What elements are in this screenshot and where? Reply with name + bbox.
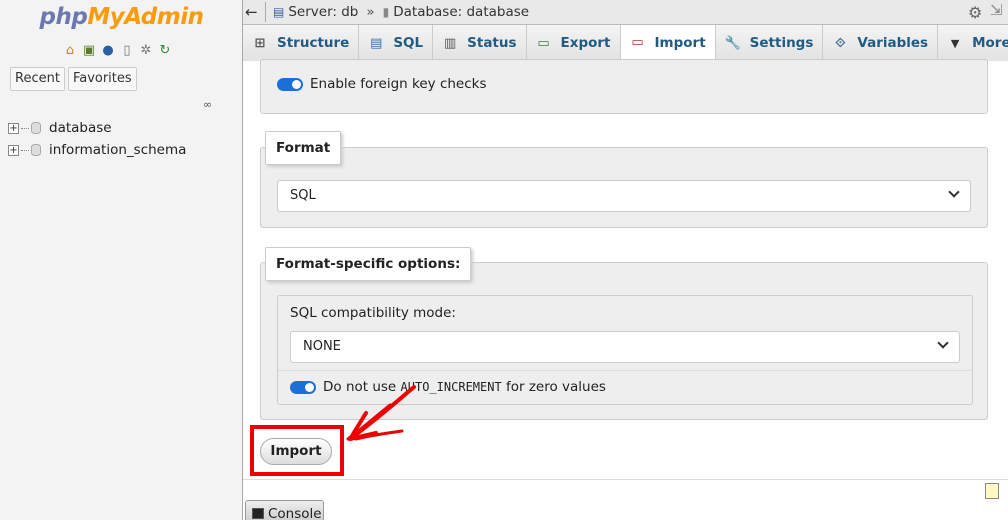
exit-icon[interactable]: ▣	[81, 42, 97, 58]
tab-settings[interactable]: 🔧 Settings	[715, 25, 824, 61]
variables-icon: ⟐	[835, 35, 846, 51]
divider	[265, 2, 266, 22]
sidebar-tabs: Recent Favorites	[10, 67, 137, 91]
format-legend: Format	[265, 131, 342, 165]
tab-label: Import	[654, 34, 706, 51]
breadcrumb: ▤ Server: db » ▮ Database: database	[273, 4, 529, 20]
database-tree: + database + information_schema	[8, 117, 186, 161]
format-select[interactable]: SQL	[277, 180, 971, 212]
home-icon[interactable]: ⌂	[62, 42, 78, 58]
console-label: Console	[268, 506, 322, 520]
tab-sql[interactable]: ▤ SQL	[359, 25, 434, 61]
tab-structure[interactable]: ⊞ Structure	[243, 25, 360, 61]
tab-status[interactable]: ▥ Status	[433, 25, 527, 61]
compat-select[interactable]: NONE	[290, 331, 960, 363]
format-specific-options-legend: Format-specific options:	[265, 247, 472, 281]
top-bar: ← ▤ Server: db » ▮ Database: database ⚙ …	[243, 0, 1008, 25]
chevron-down-icon	[937, 337, 949, 349]
settings-icon[interactable]: ✲	[138, 42, 154, 58]
tree-item-database[interactable]: + database	[8, 117, 186, 139]
tab-label: Structure	[277, 35, 350, 51]
database-icon	[31, 122, 41, 134]
tree-item-label[interactable]: database	[49, 120, 112, 136]
breadcrumb-separator: »	[366, 4, 375, 20]
page-settings-icon[interactable]	[985, 483, 999, 499]
divider	[243, 479, 1008, 480]
tab-variables[interactable]: ⟐ Variables	[823, 25, 939, 61]
tab-import[interactable]: ▭ Import	[620, 25, 716, 61]
tab-label: SQL	[393, 35, 424, 51]
format-fieldset: SQL	[260, 147, 988, 228]
collapse-icon[interactable]: ⇲	[990, 1, 1003, 19]
auto-increment-row: Do not use AUTO_INCREMENT for zero value…	[290, 379, 606, 395]
tree-connector	[21, 149, 29, 151]
logo-php-text: php	[39, 4, 88, 30]
fk-checks-label: Enable foreign key checks	[310, 76, 487, 92]
tab-label: Export	[560, 35, 611, 51]
link-icon[interactable]: ∞	[203, 98, 217, 111]
fk-checks-row: Enable foreign key checks	[277, 76, 487, 92]
tree-connector	[21, 127, 29, 129]
auto-increment-toggle[interactable]	[290, 380, 316, 394]
chevron-down-icon	[948, 186, 960, 198]
reload-icon[interactable]: ↻	[157, 42, 173, 58]
sql-icon: ▤	[370, 35, 383, 51]
caret-down-icon: ▼	[950, 36, 960, 50]
tab-more[interactable]: ▼ More	[938, 25, 1008, 61]
database-icon	[31, 144, 41, 156]
structure-icon: ⊞	[254, 35, 266, 51]
breadcrumb-database[interactable]: Database: database	[393, 4, 529, 20]
export-icon: ▭	[537, 35, 550, 51]
tab-label: Variables	[857, 35, 929, 51]
red-arrow-annotation	[346, 385, 416, 441]
tab-label: Settings	[749, 35, 814, 51]
expand-icon[interactable]: +	[8, 122, 19, 134]
tree-item-information-schema[interactable]: + information_schema	[8, 139, 186, 161]
navigation-panel: phpMyAdmin ⌂ ▣ ● ▯ ✲ ↻ Recent Favorites …	[0, 0, 243, 520]
database-icon: ▮	[382, 5, 390, 19]
format-select-value: SQL	[290, 188, 316, 203]
tab-export[interactable]: ▭ Export	[526, 25, 621, 61]
breadcrumb-server[interactable]: Server: db	[288, 4, 358, 20]
import-button[interactable]: Import	[260, 438, 332, 465]
options-divider	[278, 370, 972, 371]
status-icon: ▥	[443, 35, 457, 51]
recent-button[interactable]: Recent	[10, 67, 65, 91]
tab-label: More	[972, 35, 1008, 51]
compat-label: SQL compatibility mode:	[290, 305, 456, 321]
top-menu-tabs: ⊞ Structure ▤ SQL ▥ Status ▭ Export ▭ Import …	[243, 25, 1008, 61]
favorites-button[interactable]: Favorites	[67, 67, 137, 91]
quick-icons: ⌂ ▣ ● ▯ ✲ ↻	[62, 42, 173, 58]
console-toggle[interactable]: Console	[245, 500, 324, 520]
other-options-fieldset: Enable foreign key checks	[260, 59, 988, 114]
compat-select-value: NONE	[303, 339, 341, 354]
wrench-icon: 🔧	[724, 35, 741, 51]
help-icon[interactable]: ●	[100, 42, 116, 58]
collapse-sidebar-icon[interactable]: ←	[245, 3, 258, 21]
gear-icon[interactable]: ⚙	[968, 3, 982, 22]
tab-label: Status	[467, 35, 517, 51]
phpmyadmin-logo[interactable]: phpMyAdmin	[0, 4, 243, 30]
server-icon: ▤	[273, 5, 285, 19]
docs-icon[interactable]: ▯	[119, 42, 135, 58]
auto-increment-suffix: for zero values	[501, 379, 606, 395]
tree-item-label[interactable]: information_schema	[49, 142, 186, 158]
fk-checks-toggle[interactable]	[277, 77, 303, 91]
main-content: Enable foreign key checks SQL Format SQL…	[243, 59, 1008, 520]
console-icon	[252, 508, 264, 519]
logo-myadmin-text: MyAdmin	[87, 4, 204, 30]
import-icon: ▭	[631, 35, 644, 50]
expand-icon[interactable]: +	[8, 144, 19, 156]
